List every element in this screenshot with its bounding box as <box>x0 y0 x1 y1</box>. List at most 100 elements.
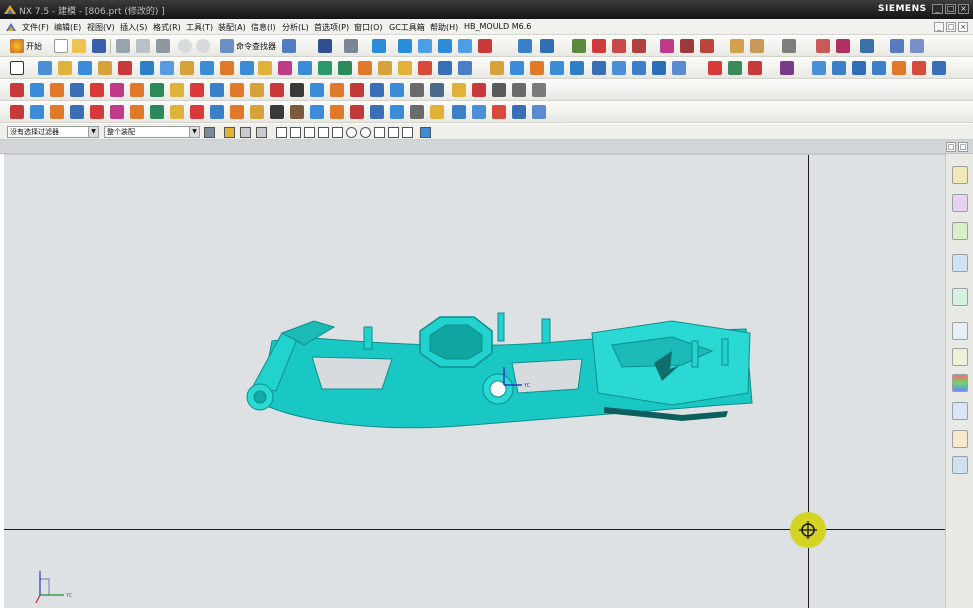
rib-icon[interactable] <box>200 61 214 75</box>
mold-base-icon[interactable] <box>170 83 184 97</box>
general-filter-icon[interactable] <box>204 127 215 138</box>
selection-icon[interactable] <box>860 39 874 53</box>
mould-plate-icon[interactable] <box>50 105 64 119</box>
mould-spring-icon[interactable] <box>110 105 124 119</box>
selection-scope-dropdown[interactable]: 整个装配 ▼ <box>104 126 200 138</box>
menu-insert[interactable]: 插入(S) <box>120 22 147 33</box>
replace-face-icon[interactable] <box>570 61 584 75</box>
split-body-icon[interactable] <box>298 61 312 75</box>
bom-icon[interactable] <box>390 83 404 97</box>
menu-edit[interactable]: 编辑(E) <box>54 22 81 33</box>
groove-icon[interactable] <box>180 61 194 75</box>
mould-stop-icon[interactable] <box>170 105 184 119</box>
swept-icon[interactable] <box>852 61 866 75</box>
patch-icon[interactable] <box>550 61 564 75</box>
menu-help[interactable]: 帮助(H) <box>430 22 458 33</box>
thicken-icon[interactable] <box>418 61 432 75</box>
view-front-icon[interactable] <box>398 39 412 53</box>
project-init-icon[interactable] <box>30 83 44 97</box>
pad-icon[interactable] <box>140 61 154 75</box>
render-style-icon[interactable] <box>344 39 358 53</box>
mold-wizard-icon[interactable] <box>10 83 24 97</box>
bounded-plane-icon[interactable] <box>892 61 906 75</box>
sub-insert-icon[interactable] <box>250 83 264 97</box>
edge-blend-icon[interactable] <box>318 61 332 75</box>
shape-studio-icon[interactable] <box>780 61 794 75</box>
pattern-icon[interactable] <box>458 61 472 75</box>
molded-part-model[interactable]: YC <box>242 293 762 443</box>
menu-tools[interactable]: 工具(T) <box>186 22 213 33</box>
circle-icon[interactable] <box>512 105 526 119</box>
copy-icon[interactable] <box>136 39 150 53</box>
resize-blend-icon[interactable] <box>708 61 722 75</box>
doc-close-button[interactable]: × <box>958 22 968 32</box>
extrude-icon[interactable] <box>38 61 52 75</box>
unite-icon[interactable] <box>220 61 234 75</box>
start-menu-label[interactable]: 开始 <box>26 41 42 52</box>
wcs-origin-icon[interactable] <box>612 39 626 53</box>
minimize-button[interactable]: _ <box>932 4 943 14</box>
system-materials-icon[interactable] <box>952 456 968 474</box>
mould-nozzle-icon[interactable] <box>250 105 264 119</box>
save-icon[interactable] <box>92 39 106 53</box>
chevron-down-icon[interactable]: ▼ <box>88 127 98 137</box>
mould-report-icon[interactable] <box>410 105 424 119</box>
point-icon[interactable] <box>452 105 466 119</box>
menu-preferences[interactable]: 首选项(P) <box>314 22 349 33</box>
paste-icon[interactable] <box>156 39 170 53</box>
web-browser-icon[interactable] <box>952 348 968 366</box>
electrode-icon[interactable] <box>330 83 344 97</box>
mould-support-icon[interactable] <box>210 105 224 119</box>
show-hide-icon[interactable] <box>282 39 296 53</box>
view-top-icon[interactable] <box>418 39 432 53</box>
offset-face-icon[interactable] <box>398 61 412 75</box>
snap-endpoint-icon[interactable] <box>276 127 287 138</box>
constraint-navigator-icon[interactable] <box>952 194 968 212</box>
mould-ring-icon[interactable] <box>330 105 344 119</box>
mould-insert-icon[interactable] <box>30 105 44 119</box>
open-folder-icon[interactable] <box>72 39 86 53</box>
mould-pin-icon[interactable] <box>90 105 104 119</box>
view-iso-icon[interactable] <box>458 39 472 53</box>
feature-filter-icon[interactable] <box>224 127 235 138</box>
law-extension-icon[interactable] <box>912 61 926 75</box>
mould-bolt-icon[interactable] <box>190 105 204 119</box>
menu-information[interactable]: 信息(I) <box>251 22 276 33</box>
extract-geometry-icon[interactable] <box>510 61 524 75</box>
snap-all-icon[interactable] <box>420 127 431 138</box>
offset-region-icon[interactable] <box>632 61 646 75</box>
command-finder-label[interactable]: 命令查找器 <box>236 41 276 52</box>
hb-mould-icon[interactable] <box>452 83 466 97</box>
face-filter-icon[interactable] <box>240 127 251 138</box>
synchronous-move-face-icon[interactable] <box>592 61 606 75</box>
view-section-icon[interactable] <box>478 39 492 53</box>
edit-object-display-icon[interactable] <box>816 39 830 53</box>
snap-midpoint-icon[interactable] <box>290 127 301 138</box>
rotate-wcs-icon[interactable] <box>632 39 646 53</box>
redo-icon[interactable] <box>196 39 210 53</box>
roles-icon[interactable] <box>952 430 968 448</box>
boss-icon[interactable] <box>98 61 112 75</box>
shaded-cube-icon[interactable] <box>372 39 386 53</box>
view-close-button[interactable]: □ <box>958 142 968 152</box>
shrinkage-icon[interactable] <box>70 83 84 97</box>
snap-quadrant-icon[interactable] <box>346 127 357 138</box>
view-restore-button[interactable]: □ <box>946 142 956 152</box>
workpiece-icon[interactable] <box>90 83 104 97</box>
hb-tool-icon[interactable] <box>472 83 486 97</box>
mould-lock-icon[interactable] <box>150 105 164 119</box>
snap-view-icon[interactable] <box>540 39 554 53</box>
snap-point-on-curve-icon[interactable] <box>374 127 385 138</box>
snap-arc-center-icon[interactable] <box>332 127 343 138</box>
fit-view-icon[interactable] <box>318 39 332 53</box>
runner-icon[interactable] <box>290 83 304 97</box>
slider-lifter-icon[interactable] <box>230 83 244 97</box>
history-icon[interactable] <box>952 288 968 306</box>
snap-control-point-icon[interactable] <box>304 127 315 138</box>
move-to-layer-icon[interactable] <box>680 39 694 53</box>
drawing-icon[interactable] <box>410 83 424 97</box>
mould-bushing-icon[interactable] <box>230 105 244 119</box>
layer-settings-icon[interactable] <box>660 39 674 53</box>
menu-analysis[interactable]: 分析(L) <box>282 22 309 33</box>
view-right-icon[interactable] <box>438 39 452 53</box>
